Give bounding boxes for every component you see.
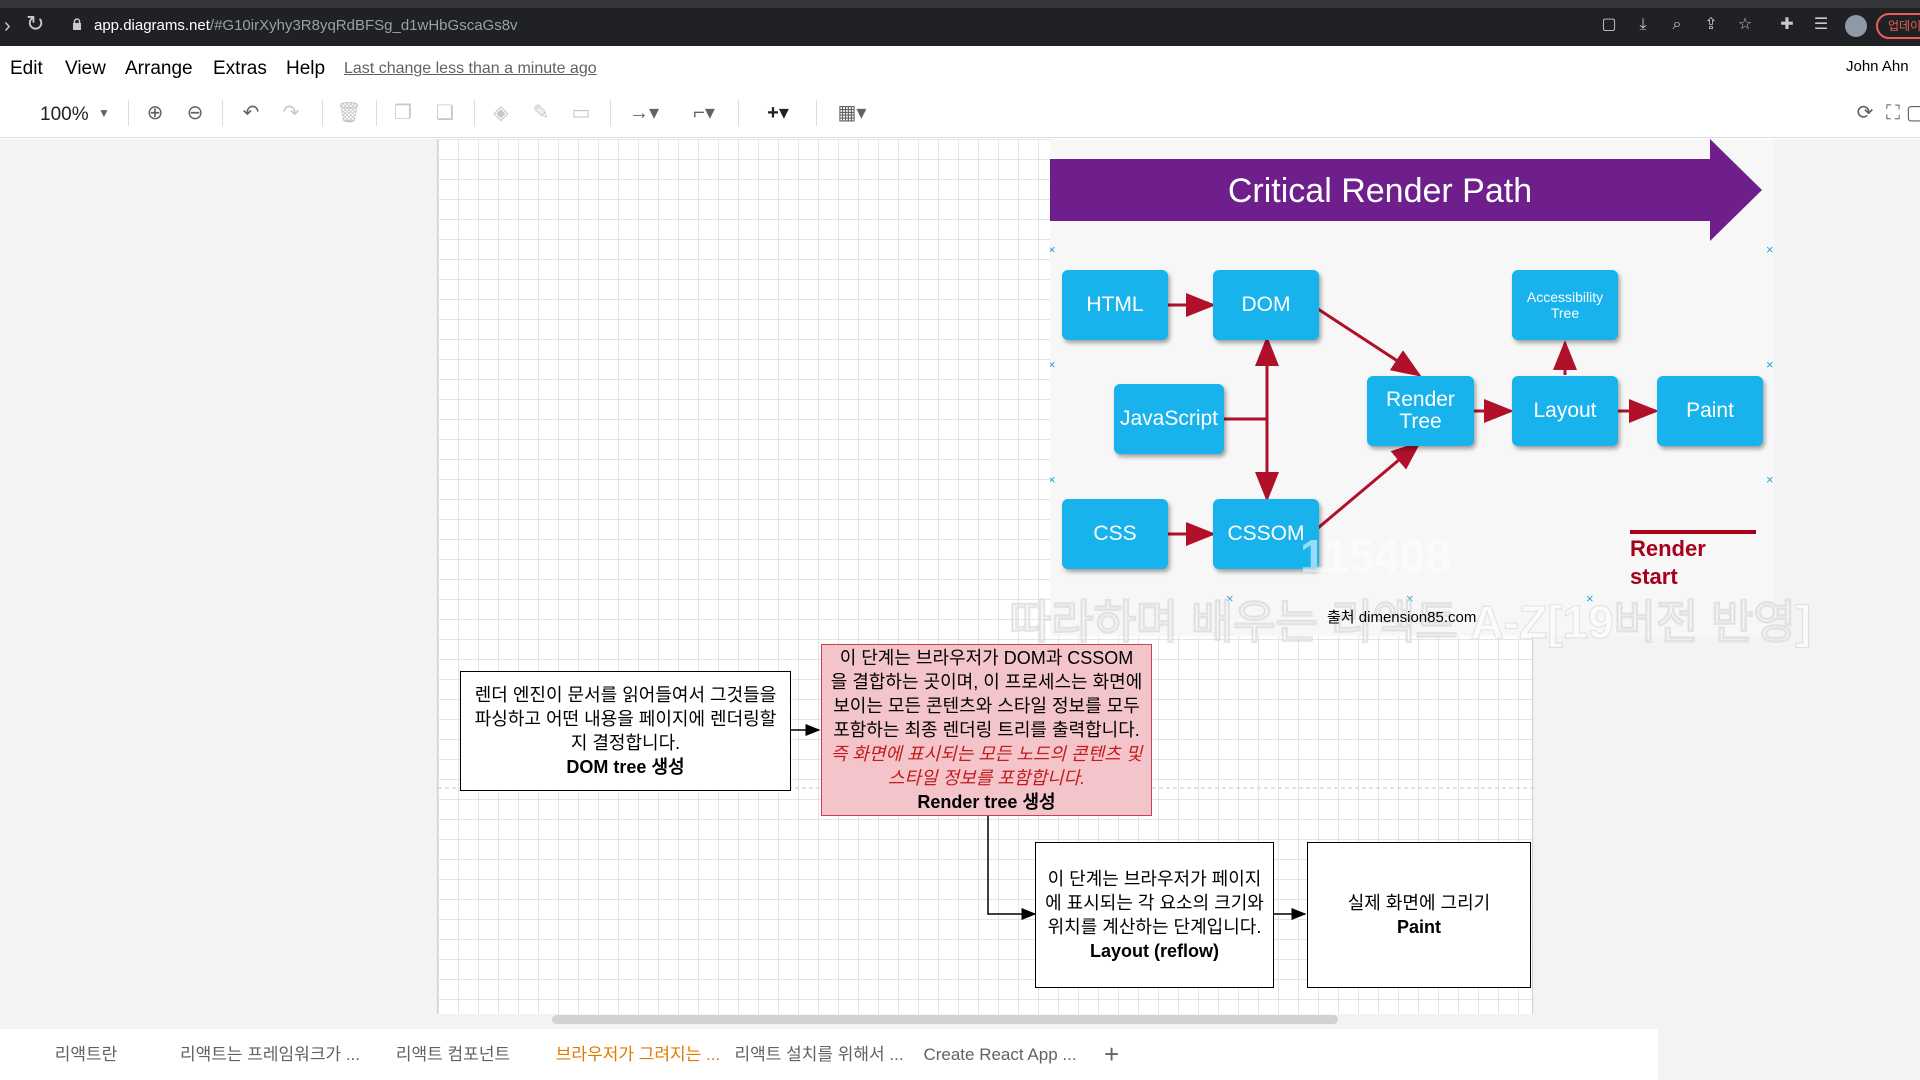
note-render-line4: 포함하는 최종 렌더링 트리를 출력합니다.: [833, 720, 1140, 740]
insert-icon[interactable]: +▾: [756, 100, 800, 126]
note-paint-title: Paint: [1396, 917, 1441, 937]
toolbar-divider: [128, 100, 129, 126]
note-dom-tree[interactable]: 렌더 엔진이 문서를 읽어들여서 그것들을 파싱하고 어떤 내용을 페이지에 렌…: [460, 671, 791, 791]
format-panel-icon[interactable]: ▢: [1906, 100, 1920, 126]
menu-arrange[interactable]: Arrange: [125, 58, 193, 80]
horizontal-scrollbar[interactable]: [552, 1015, 1338, 1024]
browser-chrome: › ↻ app.diagrams.net/#G10irXyhy3R8yqRdBF…: [0, 0, 1920, 46]
line-color-icon[interactable]: ✎: [528, 100, 554, 126]
toolbar-divider: [474, 100, 475, 126]
note-layout-title: Layout (reflow): [1090, 941, 1219, 961]
note-render-line2: 을 결합하는 곳이며, 이 프로세스는 화면에: [830, 672, 1143, 692]
toolbar-divider: [816, 100, 817, 126]
page-tab[interactable]: Create React App ...: [912, 1029, 1088, 1080]
user-name[interactable]: John Ahn: [1846, 58, 1909, 75]
note-render-em2: 스타일 정보를 포함합니다.: [887, 768, 1086, 788]
reading-list-icon[interactable]: ☰: [1812, 17, 1830, 33]
note-paint-line1: 실제 화면에 그리기: [1347, 893, 1491, 913]
to-front-icon[interactable]: ❐: [390, 100, 416, 126]
delete-icon[interactable]: 🗑: [336, 100, 362, 126]
connection-icon[interactable]: →▾: [624, 100, 664, 126]
zoom-in-icon[interactable]: ⊕: [142, 100, 168, 126]
node-accessibility-line2: Tree: [1550, 305, 1580, 321]
render-start-line: [1630, 530, 1756, 534]
page-tab[interactable]: 리액트는 프레임워크가 ...: [175, 1029, 365, 1080]
chevron-down-icon[interactable]: ▼: [96, 100, 112, 126]
page-icon[interactable]: ▢: [1600, 17, 1618, 33]
page-tabs-strip: 리액트란 리액트는 프레임워크가 ... 리액트 컴포넌트 브라우저가 그려지는…: [0, 1029, 1658, 1080]
note-layout-line1: 이 단계는 브라우저가 페이지: [1047, 869, 1262, 889]
refresh-icon[interactable]: ⟳: [1852, 100, 1878, 126]
page-tab[interactable]: 리액트 설치를 위해서 ...: [730, 1029, 908, 1080]
diagram-page[interactable]: × × × × × × × × × Critical Render Path H…: [437, 139, 1812, 1014]
shadow-icon[interactable]: ▭: [568, 100, 594, 126]
install-icon[interactable]: ⤓: [1634, 17, 1652, 33]
note-dom-line3: 지 결정합니다.: [570, 733, 681, 753]
url-text[interactable]: app.diagrams.net/#G10irXyhy3R8yqRdBFSg_d…: [94, 17, 518, 34]
table-icon[interactable]: ▦▾: [830, 100, 874, 126]
zoom-out-icon[interactable]: ⊖: [182, 100, 208, 126]
render-start-line1: Render: [1630, 536, 1706, 561]
render-start-label: Render start: [1630, 535, 1706, 591]
node-accessibility-line1: Accessibility: [1526, 289, 1604, 305]
note-layout-line3: 위치를 계산하는 단계입니다.: [1047, 917, 1262, 937]
selection-handle: ×: [1766, 242, 1774, 257]
note-render-line3: 보이는 모든 콘텐츠와 스타일 정보를 모두: [833, 696, 1140, 716]
selection-handle: ×: [1766, 357, 1774, 372]
node-paint: Paint: [1657, 376, 1763, 446]
note-render-em1: 즉 화면에 표시되는 모든 노드의 콘텐츠 및: [830, 744, 1143, 764]
note-render-line1: 이 단계는 브라우저가 DOM과 CSSOM: [839, 648, 1134, 668]
fullscreen-icon[interactable]: ⛶: [1880, 100, 1906, 126]
lock-icon: [73, 18, 81, 30]
update-button[interactable]: 업데이: [1876, 13, 1920, 39]
undo-icon[interactable]: ↶: [236, 100, 266, 126]
page-tab[interactable]: 리액트 컴포넌트: [380, 1029, 526, 1080]
waypoints-icon[interactable]: ⌐▾: [684, 100, 724, 126]
page-tab[interactable]: 리액트란: [20, 1029, 152, 1080]
menu-extras[interactable]: Extras: [213, 58, 267, 80]
selection-handle: ×: [1766, 472, 1774, 487]
forward-icon[interactable]: ›: [4, 16, 11, 36]
profile-avatar[interactable]: [1845, 15, 1867, 37]
note-dom-line2: 파싱하고 어떤 내용을 페이지에 렌더링할: [474, 709, 777, 729]
url-host: app.diagrams.net: [94, 17, 210, 34]
menu-bar: Edit View Arrange Extras Help Last chang…: [0, 46, 1920, 90]
bookmark-star-icon[interactable]: ☆: [1736, 17, 1754, 33]
zoom-icon[interactable]: ⌕: [1668, 17, 1686, 33]
menu-view[interactable]: View: [65, 58, 106, 80]
note-paint[interactable]: 실제 화면에 그리기 Paint: [1307, 842, 1531, 988]
tab-strip: [0, 0, 1920, 8]
toolbar: 100% ▼ ⊕ ⊖ ↶ ↷ 🗑 ❐ ❏ ◈ ✎ ▭ →▾ ⌐▾ +▾ ▦▾ ⟳…: [0, 90, 1920, 138]
page-tabs: 리액트란 리액트는 프레임워크가 ... 리액트 컴포넌트 브라우저가 그려지는…: [0, 1029, 1920, 1080]
share-icon[interactable]: ⇪: [1702, 17, 1720, 33]
toolbar-divider: [322, 100, 323, 126]
add-page-icon[interactable]: +: [1104, 1029, 1119, 1080]
note-dom-line1: 렌더 엔진이 문서를 읽어들여서 그것들을: [474, 685, 777, 705]
redo-icon[interactable]: ↷: [276, 100, 306, 126]
toolbar-divider: [376, 100, 377, 126]
to-back-icon[interactable]: ❏: [432, 100, 458, 126]
note-render-title: Render tree 생성: [917, 792, 1056, 812]
note-layout-line2: 에 표시되는 각 요소의 크기와: [1045, 893, 1264, 913]
toolbar-divider: [222, 100, 223, 126]
url-path: /#G10irXyhy3R8yqRdBFSg_d1wHbGscaGs8v: [209, 17, 518, 34]
toolbar-divider: [738, 100, 739, 126]
drawing-canvas[interactable]: × × × × × × × × × Critical Render Path H…: [0, 139, 1920, 1029]
toolbar-divider: [610, 100, 611, 126]
zoom-select[interactable]: 100%: [40, 104, 89, 126]
menu-help[interactable]: Help: [286, 58, 325, 80]
note-dom-title: DOM tree 생성: [566, 757, 685, 777]
reload-icon[interactable]: ↻: [26, 13, 44, 35]
note-layout[interactable]: 이 단계는 브라우저가 페이지 에 표시되는 각 요소의 크기와 위치를 계산하…: [1035, 842, 1274, 988]
fill-color-icon[interactable]: ◈: [488, 100, 514, 126]
connector-render-layout: [987, 816, 1037, 920]
last-change-link[interactable]: Last change less than a minute ago: [344, 60, 597, 78]
menu-edit[interactable]: Edit: [10, 58, 43, 80]
note-render-tree[interactable]: 이 단계는 브라우저가 DOM과 CSSOM 을 결합하는 곳이며, 이 프로세…: [821, 644, 1152, 816]
page-tab-active[interactable]: 브라우저가 그려지는 ...: [546, 1029, 730, 1080]
extensions-icon[interactable]: ✚: [1778, 17, 1796, 33]
